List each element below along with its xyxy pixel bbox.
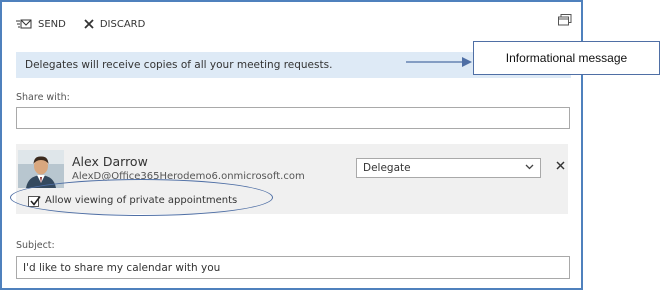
discard-icon — [84, 19, 94, 29]
delegate-panel: Alex Darrow AlexD@Office365Herodemo6.onm… — [16, 144, 568, 214]
discard-label: DISCARD — [99, 18, 146, 30]
send-icon — [16, 19, 32, 30]
remove-icon[interactable] — [556, 159, 565, 173]
share-with-label: Share with: — [16, 92, 70, 103]
send-label: SEND — [38, 18, 66, 30]
callout-box: Informational message — [473, 41, 660, 75]
send-button[interactable]: SEND — [16, 19, 66, 30]
permission-select[interactable]: Delegate — [356, 158, 541, 178]
allow-private-checkbox[interactable] — [28, 196, 41, 207]
delegate-name: Alex Darrow — [72, 154, 148, 169]
permission-value: Delegate — [363, 162, 411, 174]
subject-value: I'd like to share my calendar with you — [23, 261, 221, 274]
subject-label: Subject: — [16, 240, 55, 251]
callout-arrow — [406, 54, 472, 73]
popout-icon[interactable] — [558, 11, 572, 26]
toolbar: SEND DISCARD — [16, 16, 145, 32]
allow-private-label: Allow viewing of private appointments — [45, 195, 238, 206]
share-with-input[interactable] — [16, 107, 570, 129]
callout-text: Informational message — [505, 51, 628, 65]
info-message-text: Delegates will receive copies of all you… — [25, 59, 333, 71]
discard-button[interactable]: DISCARD — [84, 19, 145, 30]
avatar — [18, 150, 64, 188]
chevron-down-icon — [525, 162, 534, 174]
delegate-email: AlexD@Office365Herodemo6.onmicrosoft.com — [72, 171, 305, 182]
subject-input[interactable]: I'd like to share my calendar with you — [16, 256, 570, 279]
